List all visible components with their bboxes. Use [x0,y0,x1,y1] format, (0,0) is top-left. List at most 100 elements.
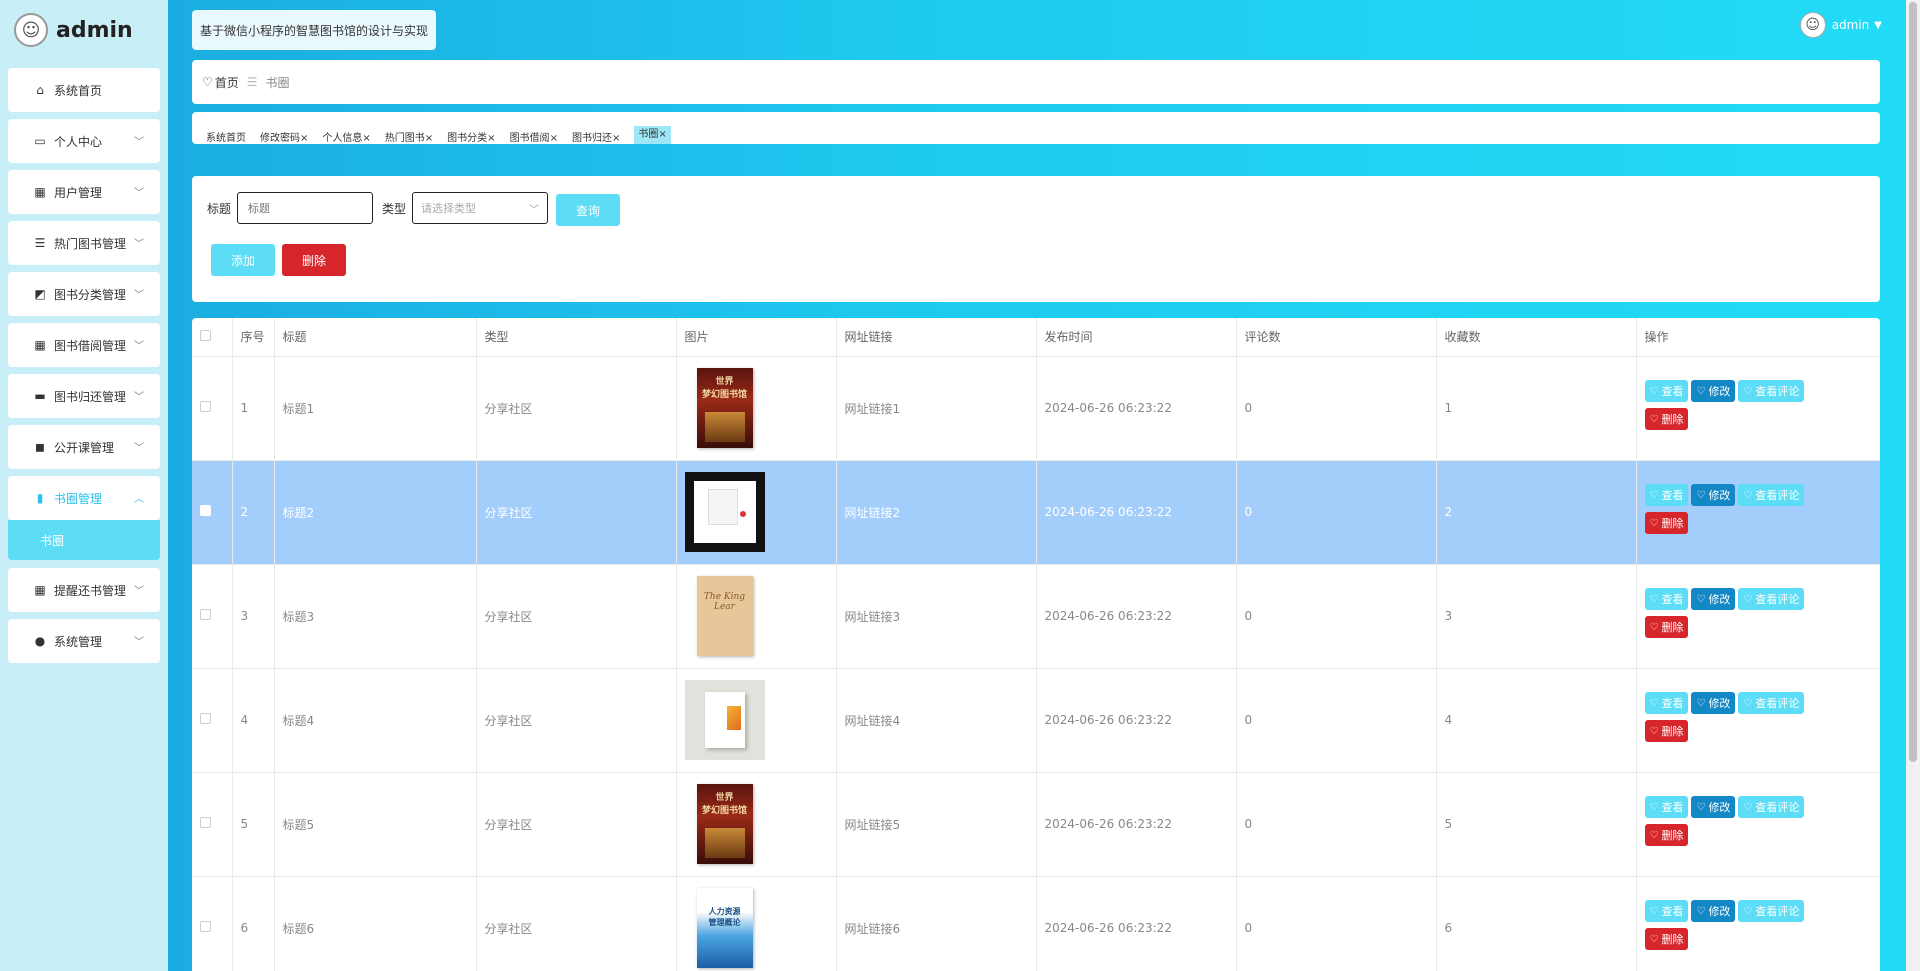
delete-button[interactable]: ♡ 删除 [1644,824,1689,846]
close-icon[interactable]: × [362,133,370,144]
sidebar-item-6[interactable]: ▬ 图书归还管理 ﹀ [8,374,160,418]
tag-item[interactable]: 图书分类× [447,130,495,144]
sidebar-item-0[interactable]: ⌂ 系统首页 [8,68,160,112]
title-search-input[interactable] [237,192,373,224]
tag-item[interactable]: 书圈× [634,126,671,144]
delete-label: 删除 [1661,413,1684,426]
user-menu[interactable]: ☺ admin ▼ [1799,12,1882,38]
view-button[interactable]: ♡ 查看 [1644,484,1689,506]
cell-image [676,460,837,565]
page-scrollbar[interactable] [1906,0,1920,971]
delete-button[interactable]: ♡ 删除 [1644,616,1689,638]
table-row[interactable]: 1 标题1 分享社区 世界 梦幻图书馆 网址链接1 2024-06-26 06:23:22 0… [192,356,1880,461]
book-cover-image[interactable]: 人力资源 管理概论 [685,888,765,968]
tag-item[interactable]: 系统首页 [206,130,246,144]
tag-item[interactable]: 修改密码× [260,130,308,144]
view-button[interactable]: ♡ 查看 [1644,692,1689,714]
book-cover-image[interactable]: The King Lear [685,576,765,656]
tag-label: 图书分类 [447,133,488,144]
query-button[interactable]: 查询 [556,194,620,226]
chevron-down-icon: ﹀ [134,392,144,403]
tag-label: 系统首页 [206,133,246,144]
breadcrumb-home[interactable]: 首页 [215,74,239,91]
sidebar-item-10[interactable]: ● 系统管理 ﹀ [8,619,160,663]
cell-time: 2024-06-26 06:23:22 [1036,876,1237,971]
close-icon[interactable]: × [612,133,620,144]
sidebar-item-5[interactable]: ▦ 图书借阅管理 ﹀ [8,323,160,367]
scrollbar-thumb[interactable] [1909,2,1917,762]
book-cover-image[interactable] [684,680,765,760]
view-comments-button[interactable]: ♡ 查看评论 [1738,484,1805,506]
edit-button[interactable]: ♡ 修改 [1691,588,1736,610]
row-checkbox[interactable] [200,401,211,412]
delete-button[interactable]: ♡ 删除 [1644,408,1689,430]
view-button[interactable]: ♡ 查看 [1644,796,1689,818]
table-row[interactable]: 6 标题6 分享社区 人力资源 管理概论 网址链接6 2024-06-26 06:23:22… [192,876,1880,971]
view-comments-button[interactable]: ♡ 查看评论 [1738,692,1805,714]
delete-button[interactable]: ♡ 删除 [1644,720,1689,742]
close-icon[interactable]: × [550,133,558,144]
heart-icon: ♡ [1696,905,1706,917]
edit-button[interactable]: ♡ 修改 [1691,692,1736,714]
edit-button[interactable]: ♡ 修改 [1691,380,1736,402]
book-cover-image[interactable] [684,472,765,552]
close-icon[interactable]: × [487,133,495,144]
tag-item[interactable]: 热门图书× [385,130,433,144]
table-row[interactable]: 4 标题4 分享社区 网址链接4 2024-06-26 06:23:22 0 4 ♡ 查看 ♡ 修改… [192,668,1880,773]
cell-favorites: 2 [1436,460,1637,565]
type-label: 类型 [382,202,407,216]
breadcrumb: ♡ 首页 ☰ 书圈 [192,60,1880,104]
column-header: 序号 [232,318,275,357]
sidebar-item-label: 个人中心 [54,134,103,149]
view-button[interactable]: ♡ 查看 [1644,588,1689,610]
view-comments-button[interactable]: ♡ 查看评论 [1738,380,1805,402]
sidebar-item-2[interactable]: ▦ 用户管理 ﹀ [8,170,160,214]
select-all-checkbox[interactable] [200,329,211,341]
edit-button[interactable]: ♡ 修改 [1691,796,1736,818]
sidebar-item-1[interactable]: ▭ 个人中心 ﹀ [8,119,160,163]
row-checkbox[interactable] [200,817,211,828]
book-cover-image[interactable]: 世界 梦幻图书馆 [685,784,765,864]
view-comments-button[interactable]: ♡ 查看评论 [1738,796,1805,818]
edit-button[interactable]: ♡ 修改 [1691,484,1736,506]
heart-icon: ♡ [1649,621,1659,633]
cell-time: 2024-06-26 06:23:22 [1036,668,1237,773]
view-comments-button[interactable]: ♡ 查看评论 [1738,588,1805,610]
sidebar-item-9[interactable]: ▦ 提醒还书管理 ﹀ [8,568,160,612]
sidebar-item-7[interactable]: ◼ 公开课管理 ﹀ [8,425,160,469]
cell-title: 标题4 [274,668,477,773]
add-button[interactable]: 添加 [211,244,275,276]
table-row[interactable]: 3 标题3 分享社区 The King Lear 网址链接3 2024-06-26 06:2… [192,564,1880,669]
grid-icon: ▦ [34,185,46,199]
batch-delete-button[interactable]: 删除 [282,244,346,276]
delete-button[interactable]: ♡ 删除 [1644,512,1689,534]
home-icon: ⌂ [36,83,44,97]
table-row[interactable]: 2 标题2 分享社区 网址链接2 2024-06-26 06:23:22 0 2 ♡ 查看 ♡ 修改… [192,460,1880,565]
sidebar-item-3[interactable]: ☰ 热门图书管理 ﹀ [8,221,160,265]
cell-time: 2024-06-26 06:23:22 [1036,460,1237,565]
close-icon[interactable]: × [658,129,666,140]
delete-button[interactable]: ♡ 删除 [1644,928,1689,950]
close-icon[interactable]: × [300,133,308,144]
sidebar-subitem-active[interactable]: 书圈 [8,520,160,560]
edit-button[interactable]: ♡ 修改 [1691,900,1736,922]
sidebar-item-4[interactable]: ◩ 图书分类管理 ﹀ [8,272,160,316]
type-select[interactable]: 请选择类型 ﹀ [412,192,548,224]
row-checkbox[interactable] [200,505,211,516]
view-button[interactable]: ♡ 查看 [1644,380,1689,402]
row-checkbox[interactable] [200,609,211,620]
tag-item[interactable]: 图书归还× [572,130,620,144]
breadcrumb-separator-icon: ☰ [246,75,258,89]
sidebar-item-8[interactable]: ▮ 书圈管理 ︿ [8,476,160,520]
view-comments-button[interactable]: ♡ 查看评论 [1738,900,1805,922]
tag-item[interactable]: 个人信息× [322,130,370,144]
row-checkbox[interactable] [200,921,211,932]
view-button[interactable]: ♡ 查看 [1644,900,1689,922]
table-row[interactable]: 5 标题5 分享社区 世界 梦幻图书馆 网址链接5 2024-06-26 06:23:22 0… [192,772,1880,877]
column-header: 收藏数 [1436,318,1637,357]
chevron-down-icon: ﹀ [134,188,144,199]
book-cover-image[interactable]: 世界 梦幻图书馆 [685,368,765,448]
tag-item[interactable]: 图书借阅× [510,130,558,144]
row-checkbox[interactable] [200,713,211,724]
close-icon[interactable]: × [425,133,433,144]
